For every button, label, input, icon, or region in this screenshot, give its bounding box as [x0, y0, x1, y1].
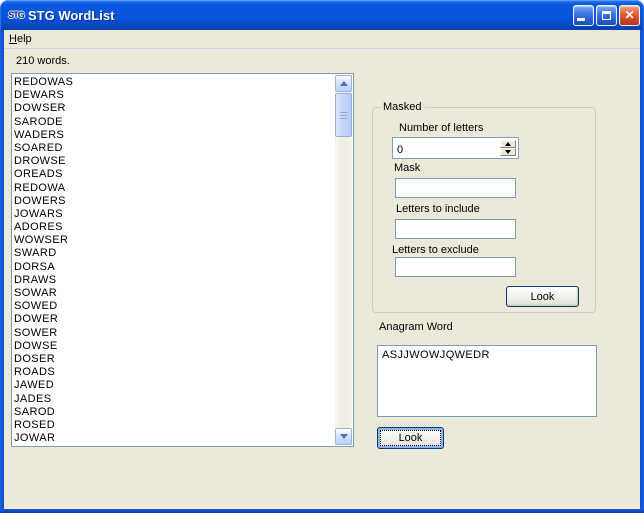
window-frame-right: [640, 30, 644, 513]
list-item[interactable]: WADERS: [14, 129, 333, 142]
list-item[interactable]: REDOWA: [14, 182, 333, 195]
list-item[interactable]: OREADS: [14, 168, 333, 181]
app-icon[interactable]: STG: [8, 7, 25, 23]
letters-include-label: Letters to include: [396, 203, 480, 215]
window-title: STG WordList: [28, 7, 115, 23]
list-item[interactable]: ROADS: [14, 366, 333, 379]
scrollbar-up-button[interactable]: [335, 75, 352, 92]
list-item[interactable]: JADES: [14, 393, 333, 406]
masked-look-button[interactable]: Look: [506, 286, 579, 307]
client-area: Help 210 words. REDOWAS DEWARS DOWSER SAROD…: [4, 30, 640, 509]
list-item[interactable]: DEWARS: [14, 89, 333, 102]
list-item[interactable]: WOWSER: [14, 234, 333, 247]
list-item[interactable]: ADORES: [14, 221, 333, 234]
word-count-label: 210 words.: [16, 55, 70, 67]
anagram-look-button[interactable]: Look: [377, 427, 444, 449]
list-item[interactable]: DOSER: [14, 353, 333, 366]
list-item[interactable]: SARODE: [14, 116, 333, 129]
list-item[interactable]: JOWARS: [14, 208, 333, 221]
list-item[interactable]: SOARED: [14, 142, 333, 155]
list-item[interactable]: DOWSE: [14, 340, 333, 353]
spinner-down-button[interactable]: [500, 148, 516, 156]
arrow-down-icon: [339, 434, 348, 439]
app-window: STG STG WordList ✕ Help 210 words. REDOW…: [0, 0, 644, 513]
maximize-icon: [602, 10, 611, 20]
list-item[interactable]: DORSA: [14, 261, 333, 274]
masked-group-title: Masked: [380, 101, 425, 113]
scrollbar-thumb[interactable]: [335, 93, 352, 137]
menu-item-help[interactable]: Help: [4, 31, 39, 48]
list-item[interactable]: REDOWAS: [14, 76, 333, 89]
number-of-letters-label: Number of letters: [399, 122, 484, 134]
scrollbar-track[interactable]: [335, 75, 352, 445]
word-list-items: REDOWAS DEWARS DOWSER SARODE WADERS SOARED DRO…: [14, 76, 333, 445]
list-item[interactable]: DROWSE: [14, 155, 333, 168]
list-item[interactable]: JAWED: [14, 379, 333, 392]
menubar: Help: [4, 30, 640, 49]
close-icon: ✕: [624, 8, 635, 22]
list-item[interactable]: DOWER: [14, 313, 333, 326]
number-of-letters-input[interactable]: [393, 138, 497, 158]
spinner-up-icon: [505, 142, 511, 146]
spinner-down-icon: [505, 150, 511, 154]
list-item[interactable]: DOWSER: [14, 102, 333, 115]
arrow-up-icon: [339, 81, 348, 86]
list-item[interactable]: SOWED: [14, 300, 333, 313]
list-item[interactable]: SAROD: [14, 406, 333, 419]
masked-groupbox: Masked Number of letters Mask Letters to…: [372, 101, 596, 313]
minimize-button[interactable]: [573, 4, 594, 26]
spinner-up-button[interactable]: [500, 140, 516, 148]
mask-label: Mask: [394, 162, 421, 174]
anagram-word-input[interactable]: ASJJWOWJQWEDR: [377, 345, 597, 417]
anagram-word-label: Anagram Word: [379, 321, 453, 333]
mask-input[interactable]: [395, 178, 516, 198]
list-item[interactable]: DRAWS: [14, 274, 333, 287]
list-item[interactable]: SOWAR: [14, 287, 333, 300]
letters-exclude-input[interactable]: [395, 257, 516, 277]
letters-include-input[interactable]: [395, 219, 516, 239]
number-of-letters-spinner: [392, 137, 519, 159]
list-item[interactable]: ROSED: [14, 419, 333, 432]
window-frame-bottom: [0, 509, 644, 513]
maximize-button[interactable]: [596, 4, 617, 26]
scrollbar-down-button[interactable]: [335, 428, 352, 445]
word-listbox[interactable]: REDOWAS DEWARS DOWSER SARODE WADERS SOARED DRO…: [11, 73, 354, 447]
minimize-icon: [577, 18, 585, 21]
scrollbar-grip-icon: [340, 111, 347, 119]
list-item[interactable]: SWARD: [14, 247, 333, 260]
letters-exclude-label: Letters to exclude: [392, 244, 479, 256]
list-item[interactable]: SOWER: [14, 327, 333, 340]
close-button[interactable]: ✕: [619, 4, 640, 26]
list-item[interactable]: DOWERS: [14, 195, 333, 208]
titlebar[interactable]: STG STG WordList ✕: [0, 0, 644, 30]
list-item[interactable]: JOWAR: [14, 432, 333, 445]
